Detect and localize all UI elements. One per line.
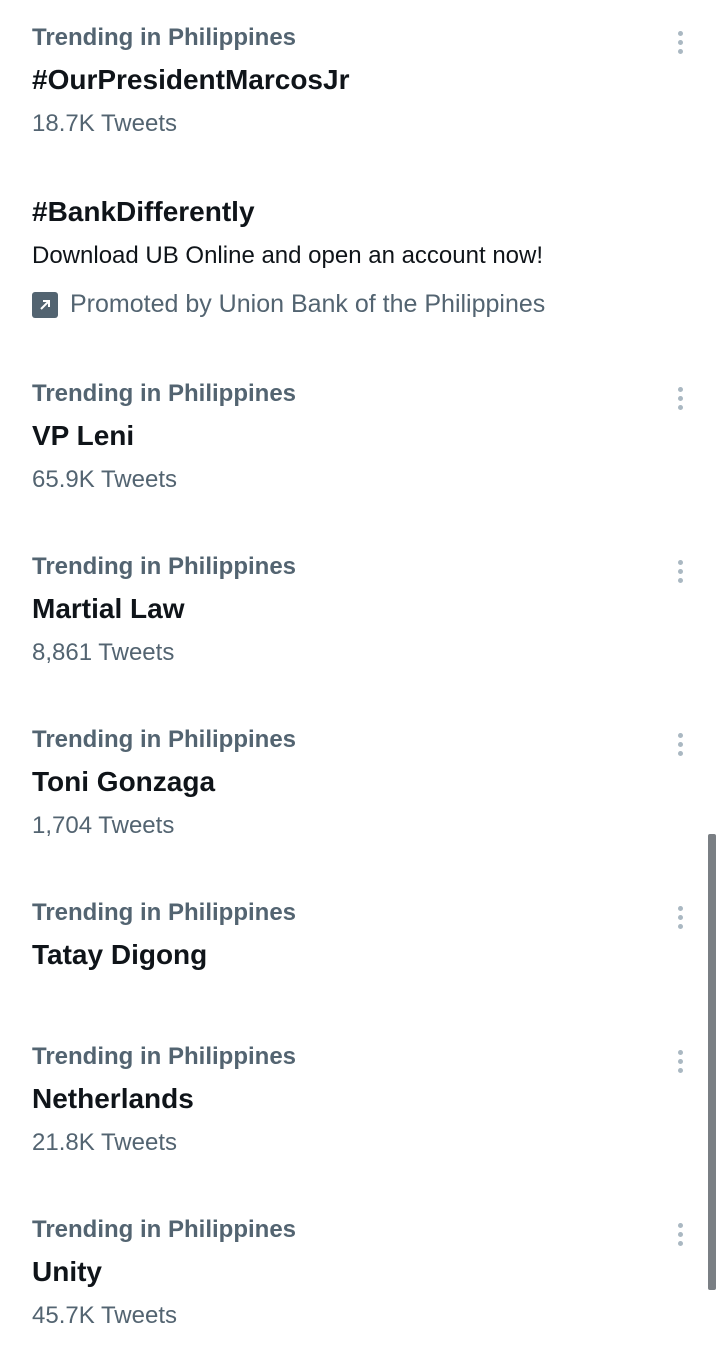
trend-item[interactable]: Trending in Philippines Tatay Digong <box>0 875 720 1005</box>
trend-count: 65.9K Tweets <box>32 466 177 493</box>
promoted-hashtag: #BankDifferently <box>32 196 255 227</box>
trend-context: Trending in Philippines <box>32 553 297 580</box>
trend-context: Trending in Philippines <box>32 1216 297 1243</box>
promoted-by-line: Promoted by Union Bank of the Philippine… <box>32 290 545 319</box>
promoted-by-label: Promoted by Union Bank of the Philippine… <box>70 290 546 318</box>
trend-count: 1,704 Tweets <box>32 812 175 839</box>
trend-count: 21.8K Tweets <box>32 1129 177 1156</box>
trend-context: Trending in Philippines <box>32 24 297 51</box>
trend-name: Tatay Digong <box>32 939 208 970</box>
more-options-icon[interactable] <box>664 1045 696 1077</box>
trend-name: Netherlands <box>32 1083 194 1114</box>
trend-count: 8,861 Tweets <box>32 639 175 666</box>
trend-item[interactable]: Trending in Philippines #OurPresidentMar… <box>0 0 720 160</box>
trend-context: Trending in Philippines <box>32 1043 297 1070</box>
trend-name: #OurPresidentMarcosJr <box>32 64 350 95</box>
promoted-trend[interactable]: #BankDifferently Download UB Online and … <box>0 180 720 340</box>
trend-item[interactable]: Trending in Philippines VP Leni 65.9K Tw… <box>0 356 720 516</box>
trend-count: 45.7K Tweets <box>32 1302 177 1329</box>
promoted-arrow-icon <box>32 291 58 318</box>
trend-item[interactable]: Trending in Philippines Netherlands 21.8… <box>0 1019 720 1179</box>
trend-name: VP Leni <box>32 420 135 451</box>
more-options-icon[interactable] <box>664 382 696 414</box>
trend-item[interactable]: Trending in Philippines Unity 45.7K Twee… <box>0 1192 720 1352</box>
more-options-icon[interactable] <box>664 728 696 760</box>
more-options-icon[interactable] <box>664 901 696 933</box>
scrollbar[interactable] <box>708 834 716 1290</box>
trend-context: Trending in Philippines <box>32 899 297 926</box>
more-options-icon[interactable] <box>664 1218 696 1250</box>
trend-name: Martial Law <box>32 593 185 624</box>
trend-name: Toni Gonzaga <box>32 766 216 797</box>
more-options-icon[interactable] <box>664 26 696 58</box>
trend-name: Unity <box>32 1256 102 1287</box>
trend-context: Trending in Philippines <box>32 380 297 407</box>
trend-item[interactable]: Trending in Philippines Toni Gonzaga 1,7… <box>0 702 720 862</box>
trend-count: 18.7K Tweets <box>32 110 177 137</box>
promoted-description: Download UB Online and open an account n… <box>32 242 544 269</box>
trend-item[interactable]: Trending in Philippines Martial Law 8,86… <box>0 529 720 689</box>
more-options-icon[interactable] <box>664 555 696 587</box>
trend-context: Trending in Philippines <box>32 726 297 753</box>
